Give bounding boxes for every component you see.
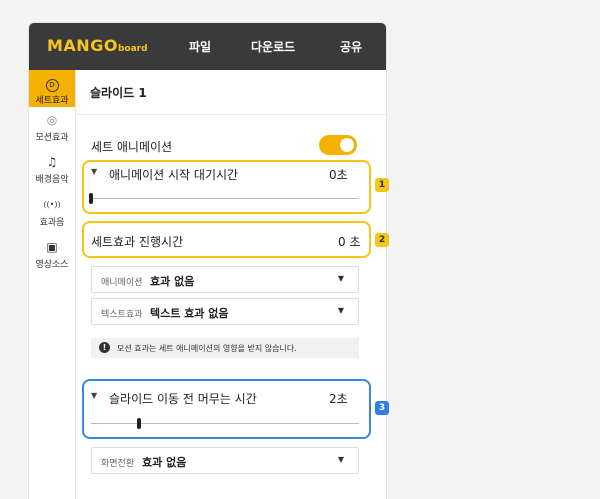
collapse-icon[interactable]: ▼ bbox=[91, 391, 97, 400]
set-effect-icon: D bbox=[29, 75, 75, 92]
sidebar-label: 효과음 bbox=[39, 218, 65, 228]
caret-down-icon: ▼ bbox=[337, 455, 344, 464]
sidebar-item-video[interactable]: ▣ 영상소스 bbox=[29, 239, 75, 270]
sidebar-item-sfx[interactable]: ((•)) 효과음 bbox=[29, 197, 75, 228]
text-effect-select[interactable]: 텍스트효과 텍스트 효과 없음 ▼ bbox=[91, 298, 359, 325]
info-icon: ! bbox=[99, 342, 110, 353]
sidebar: D 세트효과 ◎ 모션효과 ♫ 배경음악 ((•)) 효과음 ▣ 영상소스 bbox=[29, 70, 76, 499]
sound-wave-icon: ((•)) bbox=[43, 200, 61, 209]
select-key: 화면전환 bbox=[101, 459, 135, 469]
set-animation-toggle[interactable] bbox=[319, 135, 357, 155]
toggle-knob bbox=[340, 138, 354, 152]
dwell-time-value: 2초 bbox=[329, 392, 348, 406]
menu-share[interactable]: 공유 bbox=[340, 38, 362, 55]
top-bar: MANGOboard 파일 다운로드 공유 bbox=[29, 23, 386, 70]
panel-header: 슬라이드 1 bbox=[76, 70, 386, 115]
step-badge-1: 1 bbox=[375, 178, 389, 192]
menu-download[interactable]: 다운로드 bbox=[251, 38, 295, 55]
logo[interactable]: MANGOboard bbox=[47, 36, 148, 55]
select-key: 애니메이션 bbox=[101, 278, 143, 288]
sidebar-item-motion[interactable]: ◎ 모션효과 bbox=[29, 112, 75, 143]
wait-time-label: 애니메이션 시작 대기시간 bbox=[109, 168, 239, 182]
set-animation-label: 세트 애니메이션 bbox=[91, 140, 173, 154]
select-key: 텍스트효과 bbox=[101, 310, 143, 320]
select-value: 효과 없음 bbox=[150, 275, 195, 288]
step-badge-3: 3 bbox=[375, 401, 389, 415]
dwell-time-slider-track[interactable] bbox=[91, 423, 359, 424]
dwell-time-slider-thumb[interactable] bbox=[137, 418, 142, 429]
duration-label: 세트효과 진행시간 bbox=[91, 235, 184, 249]
sidebar-label: 배경음악 bbox=[35, 175, 69, 185]
motion-icon: ◎ bbox=[46, 113, 58, 127]
select-value: 텍스트 효과 없음 bbox=[150, 307, 229, 320]
app-window: MANGOboard 파일 다운로드 공유 D 세트효과 ◎ 모션효과 ♫ 배경… bbox=[28, 22, 387, 499]
sidebar-label: 영상소스 bbox=[35, 260, 69, 270]
music-icon: ♫ bbox=[46, 155, 58, 169]
sidebar-item-set-effect[interactable]: D 세트효과 bbox=[29, 70, 75, 107]
step-badge-2: 2 bbox=[375, 233, 389, 247]
wait-time-slider-thumb[interactable] bbox=[89, 193, 93, 204]
dwell-time-label: 슬라이드 이동 전 머무는 시간 bbox=[109, 392, 257, 406]
sidebar-item-bgm[interactable]: ♫ 배경음악 bbox=[29, 154, 75, 185]
notice-box: ! 모션 효과는 세트 애니메이션의 영향을 받지 않습니다. bbox=[91, 338, 359, 358]
wait-time-value: 0초 bbox=[329, 168, 348, 182]
menu-file[interactable]: 파일 bbox=[189, 38, 211, 55]
sidebar-label: 세트효과 bbox=[35, 96, 69, 106]
sidebar-label: 모션효과 bbox=[35, 133, 69, 143]
wait-time-slider-track[interactable] bbox=[91, 198, 359, 199]
video-icon: ▣ bbox=[46, 240, 58, 254]
notice-text: 모션 효과는 세트 애니메이션의 영향을 받지 않습니다. bbox=[117, 344, 297, 353]
select-value: 효과 없음 bbox=[142, 456, 187, 469]
duration-value: 0 초 bbox=[338, 235, 361, 249]
collapse-icon[interactable]: ▼ bbox=[91, 167, 97, 176]
dwell-time-section bbox=[82, 379, 371, 439]
animation-select[interactable]: 애니메이션 효과 없음 ▼ bbox=[91, 266, 359, 293]
caret-down-icon: ▼ bbox=[337, 306, 344, 315]
transition-select[interactable]: 화면전환 효과 없음 ▼ bbox=[91, 447, 359, 474]
caret-down-icon: ▼ bbox=[337, 274, 344, 283]
page-title: 슬라이드 1 bbox=[90, 86, 147, 100]
